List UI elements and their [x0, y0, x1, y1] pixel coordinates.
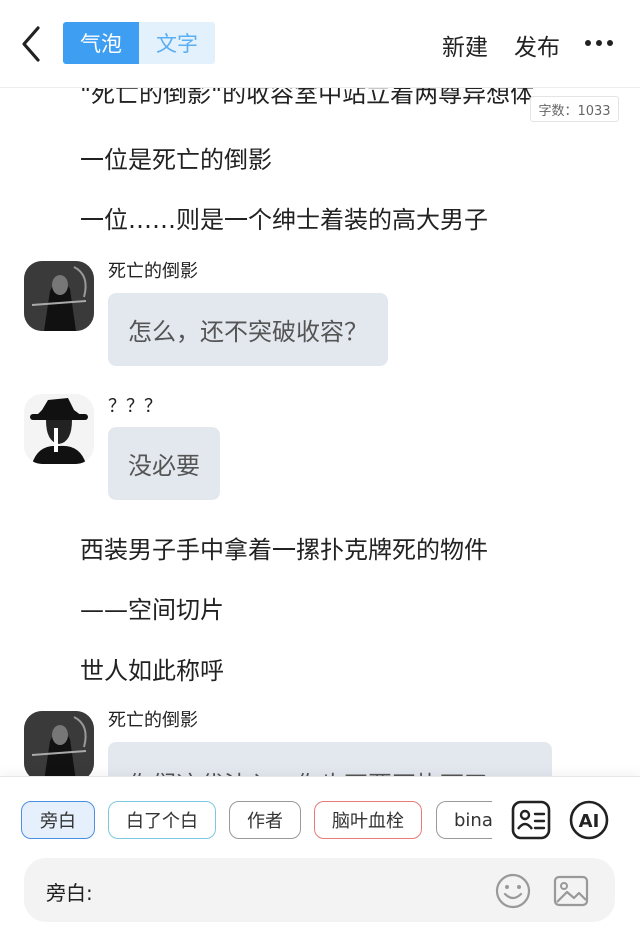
narration-line[interactable]: 一位……则是一个绅士着装的高大男子: [80, 200, 488, 235]
dialogue-bubble[interactable]: 没必要: [108, 427, 220, 500]
reaper-avatar[interactable]: [24, 711, 94, 776]
gentleman-hat-avatar[interactable]: [24, 394, 94, 464]
speaker-name: 死亡的倒影: [108, 710, 198, 731]
role-chip[interactable]: 脑叶血栓: [314, 801, 422, 839]
speaker-name: ？？？: [108, 396, 162, 417]
role-chip-author[interactable]: 作者: [229, 801, 301, 839]
publish-button[interactable]: 发布: [514, 28, 560, 62]
character-card-icon[interactable]: [510, 799, 552, 841]
narration-line[interactable]: 西装男子手中拿着一摞扑克牌死的物件: [80, 530, 488, 565]
role-chip[interactable]: 白了个白: [108, 801, 216, 839]
ai-icon[interactable]: AI: [568, 799, 610, 841]
more-icon[interactable]: [585, 40, 613, 48]
role-chip-narration[interactable]: 旁白: [21, 801, 95, 839]
mode-toggle: 气泡 文字: [63, 22, 215, 64]
back-arrow-icon[interactable]: [18, 24, 48, 64]
new-button[interactable]: 新建: [442, 28, 488, 62]
dialogue-bubble[interactable]: 你们这代法入，你也不要再执帀了: [108, 742, 552, 776]
emoji-icon[interactable]: [494, 872, 532, 910]
top-bar: 气泡 文字 新建 发布: [0, 0, 640, 88]
mode-text-tab[interactable]: 文字: [139, 22, 215, 64]
input-prefix-label: 旁白:: [46, 881, 93, 905]
editor-panel: 旁白 白了个白 作者 脑叶血栓 bina AI 旁白:: [0, 776, 640, 948]
mode-bubble-tab[interactable]: 气泡: [63, 22, 139, 64]
narration-line[interactable]: 一位是死亡的倒影: [80, 140, 272, 175]
speaker-name: 死亡的倒影: [108, 261, 198, 282]
reaper-avatar[interactable]: [24, 261, 94, 331]
narration-line[interactable]: 世人如此称呼: [80, 651, 224, 686]
word-count-badge: 字数：1033: [530, 96, 619, 122]
role-chip[interactable]: bina: [436, 801, 492, 839]
story-content: "死亡的倒影"的收容室中站立着两尊异想体 一位是死亡的倒影 一位……则是一个绅士…: [0, 60, 640, 776]
narration-input[interactable]: 旁白:: [24, 858, 615, 922]
narration-line[interactable]: ——空间切片: [80, 590, 224, 625]
dialogue-bubble[interactable]: 怎么，还不突破收容？: [108, 293, 388, 366]
image-icon[interactable]: [552, 872, 590, 910]
svg-text:AI: AI: [579, 811, 600, 832]
